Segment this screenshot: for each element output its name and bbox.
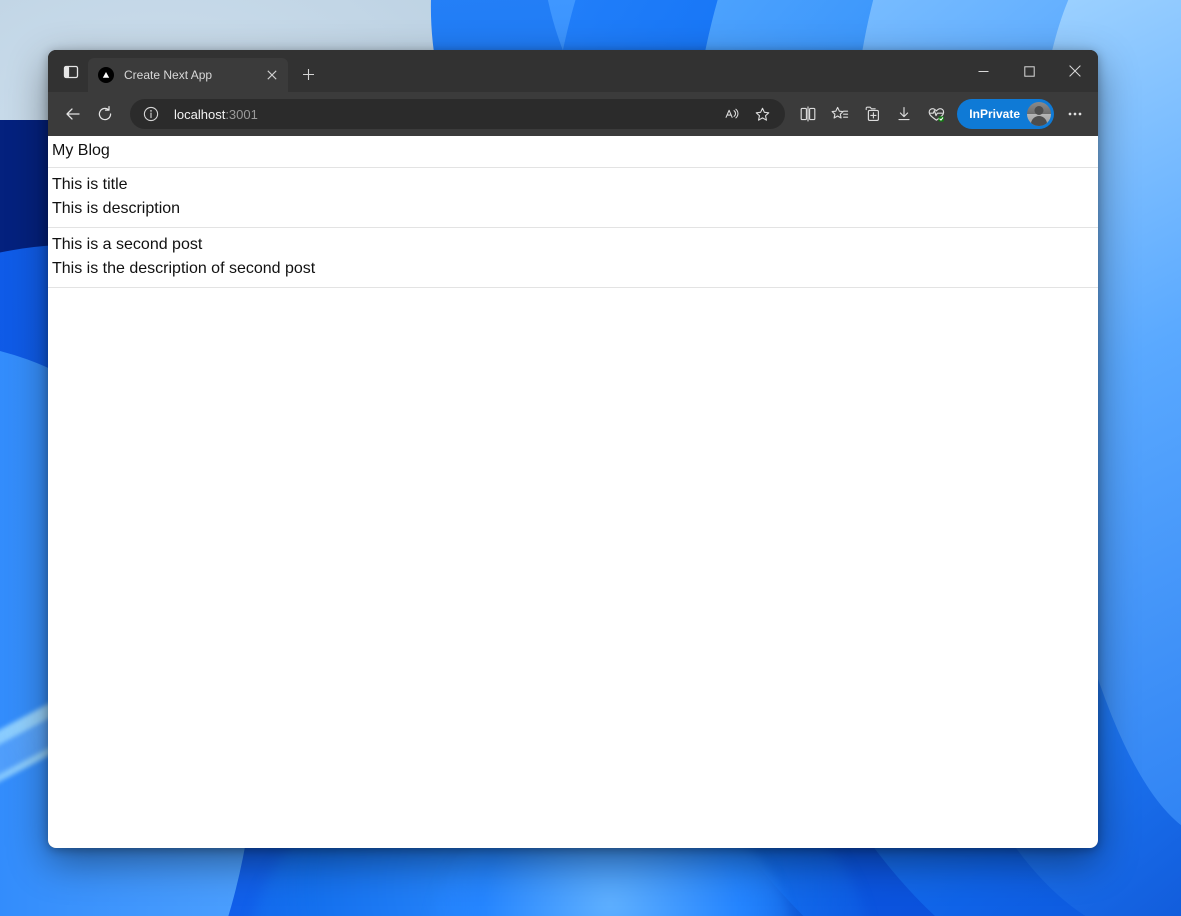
post-title: This is a second post bbox=[52, 236, 203, 253]
site-information-icon[interactable] bbox=[142, 105, 160, 123]
browser-tab[interactable]: Create Next App bbox=[88, 58, 288, 92]
browser-window: Create Next App localhost:3001 InPrivate… bbox=[48, 50, 1098, 848]
back-icon[interactable] bbox=[58, 99, 88, 129]
maximize-window-icon[interactable] bbox=[1006, 50, 1052, 92]
tab-title: Create Next App bbox=[124, 68, 213, 82]
page-title: My Blog bbox=[52, 142, 110, 159]
new-tab-icon[interactable] bbox=[294, 60, 322, 88]
minimize-window-icon[interactable] bbox=[960, 50, 1006, 92]
post-title: This is title bbox=[52, 176, 128, 193]
settings-and-more-icon[interactable] bbox=[1060, 99, 1090, 129]
tab-actions-menu-icon[interactable] bbox=[56, 57, 86, 87]
profile-avatar[interactable] bbox=[1027, 102, 1051, 126]
window-controls bbox=[960, 50, 1098, 92]
close-window-icon[interactable] bbox=[1052, 50, 1098, 92]
split-screen-icon[interactable] bbox=[793, 99, 823, 129]
blog-post-item: This is a second post This is the descri… bbox=[50, 228, 1096, 287]
downloads-icon[interactable] bbox=[889, 99, 919, 129]
desktop-wallpaper: Create Next App localhost:3001 InPrivate… bbox=[0, 0, 1181, 916]
url-host: localhost bbox=[174, 106, 226, 122]
divider bbox=[48, 287, 1098, 288]
add-tab-to-collection-icon[interactable] bbox=[857, 99, 887, 129]
page-content: My Blog This is title This is descriptio… bbox=[48, 136, 1098, 848]
refresh-icon[interactable] bbox=[90, 99, 120, 129]
post-description: This is the description of second post bbox=[52, 260, 316, 277]
close-tab-icon[interactable] bbox=[262, 65, 282, 85]
blog-post-item: This is title This is description bbox=[50, 168, 1096, 227]
url-port: :3001 bbox=[225, 106, 258, 122]
browser-essentials-icon[interactable] bbox=[921, 99, 951, 129]
collections-icon[interactable] bbox=[825, 99, 855, 129]
inprivate-indicator[interactable]: InPrivate bbox=[957, 99, 1054, 129]
address-bar[interactable]: localhost:3001 bbox=[130, 99, 786, 129]
read-aloud-icon[interactable] bbox=[719, 101, 745, 127]
tab-strip: Create Next App bbox=[48, 50, 1098, 92]
favorite-star-icon[interactable] bbox=[749, 101, 775, 127]
address-bar-actions bbox=[719, 101, 775, 127]
inprivate-label: InPrivate bbox=[969, 107, 1020, 121]
browser-toolbar: localhost:3001 InPrivate bbox=[48, 92, 1098, 136]
nextjs-triangle-icon bbox=[98, 67, 114, 83]
url-text: localhost:3001 bbox=[174, 107, 258, 122]
post-description: This is description bbox=[52, 200, 181, 217]
